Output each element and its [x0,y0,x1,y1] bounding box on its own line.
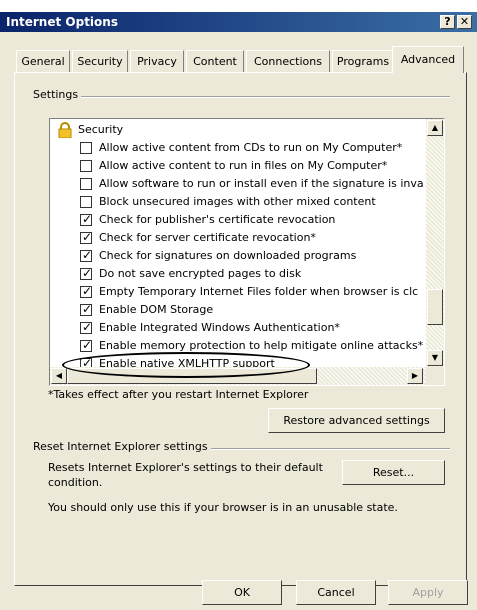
restart-footnote: *Takes effect after you restart Internet… [48,388,309,401]
check-mark-icon: ✓ [82,230,93,244]
checkbox-checked[interactable]: ✓ [80,302,93,316]
checkbox-unchecked[interactable] [80,196,92,208]
check-mark-icon: ✓ [82,338,93,352]
scroll-up-button[interactable]: ▲ [427,120,443,136]
checkbox-checked[interactable]: ✓ [80,338,93,352]
scroll-left-button[interactable]: ◀ [51,368,67,384]
setting-item-label: Enable DOM Storage [99,303,214,316]
scroll-down-button[interactable]: ▼ [427,350,443,366]
setting-item-label: Check for publisher's certificate revoca… [99,213,336,226]
tab-security[interactable]: Security [72,50,128,72]
setting-item-label: Allow software to run or install even if… [99,177,424,190]
checkbox-checked[interactable]: ✓ [80,356,93,367]
help-button[interactable]: ? [440,15,455,29]
horizontal-scroll-thumb[interactable] [67,368,317,384]
vertical-scrollbar[interactable]: ▲ ▼ [426,119,444,367]
lock-icon [58,122,72,139]
scroll-corner [426,367,444,385]
checkbox-checked[interactable]: ✓ [80,284,93,298]
window-title: Internet Options [6,15,118,29]
setting-item-label: Enable native XMLHTTP support [99,357,275,367]
setting-item-label: Enable memory protection to help mitigat… [99,339,424,352]
reset-button[interactable]: Reset... [342,460,445,485]
check-mark-icon: ✓ [82,302,93,316]
scroll-right-button[interactable]: ▶ [407,368,423,384]
check-mark-icon: ✓ [82,248,93,262]
title-bar[interactable]: Internet Options ? ✕ [0,12,477,32]
check-mark-icon: ✓ [82,284,93,298]
settings-group-label: Settings [30,88,82,101]
checkbox-checked[interactable]: ✓ [80,230,93,244]
tab-programs[interactable]: Programs [332,50,394,72]
tab-advanced[interactable]: Advanced [392,46,464,73]
setting-item-label: Check for signatures on downloaded progr… [99,249,357,262]
checkbox-unchecked[interactable] [80,160,92,172]
close-button[interactable]: ✕ [457,15,472,29]
tab-privacy[interactable]: Privacy [130,50,184,72]
setting-item-label: Check for server certificate revocation* [99,231,316,244]
restore-advanced-settings-button[interactable]: Restore advanced settings [268,408,445,433]
reset-description: Resets Internet Explorer's settings to t… [48,461,323,489]
checkbox-checked[interactable]: ✓ [80,320,93,334]
apply-button[interactable]: Apply [388,580,468,605]
checkbox-checked[interactable]: ✓ [80,266,93,280]
ok-button[interactable]: OK [202,580,282,605]
tab-connections[interactable]: Connections [246,50,330,72]
settings-group-line [30,96,450,98]
checkbox-unchecked[interactable] [80,142,92,154]
check-mark-icon: ✓ [82,356,93,367]
reset-warning: You should only use this if your browser… [48,501,398,514]
tab-content[interactable]: Content [186,50,244,72]
category-security-label: Security [78,123,124,136]
check-mark-icon: ✓ [82,212,93,226]
tab-general[interactable]: General [16,50,70,72]
check-mark-icon: ✓ [82,320,93,334]
check-mark-icon: ✓ [82,266,93,280]
settings-list-content: Security Allow active content from CDs t… [50,119,426,367]
settings-list[interactable]: Security Allow active content from CDs t… [49,118,445,386]
vertical-scroll-thumb[interactable] [427,289,443,325]
checkbox-checked[interactable]: ✓ [80,248,93,262]
checkbox-checked[interactable]: ✓ [80,212,93,226]
cancel-button[interactable]: Cancel [296,580,376,605]
internet-options-window: Internet Options ? ✕ General Security Pr… [0,12,477,610]
setting-item-label: Allow active content from CDs to run on … [99,141,403,154]
setting-item-label: Empty Temporary Internet Files folder wh… [99,285,419,298]
reset-group-label: Reset Internet Explorer settings [30,440,211,453]
setting-item-label: Allow active content to run in files on … [99,159,388,172]
checkbox-unchecked[interactable] [80,178,92,190]
horizontal-scrollbar[interactable]: ◀ ▶ [50,367,426,385]
setting-item-label: Do not save encrypted pages to disk [99,267,302,280]
setting-item-label: Enable Integrated Windows Authentication… [99,321,340,334]
setting-item-label: Block unsecured images with other mixed … [99,195,376,208]
